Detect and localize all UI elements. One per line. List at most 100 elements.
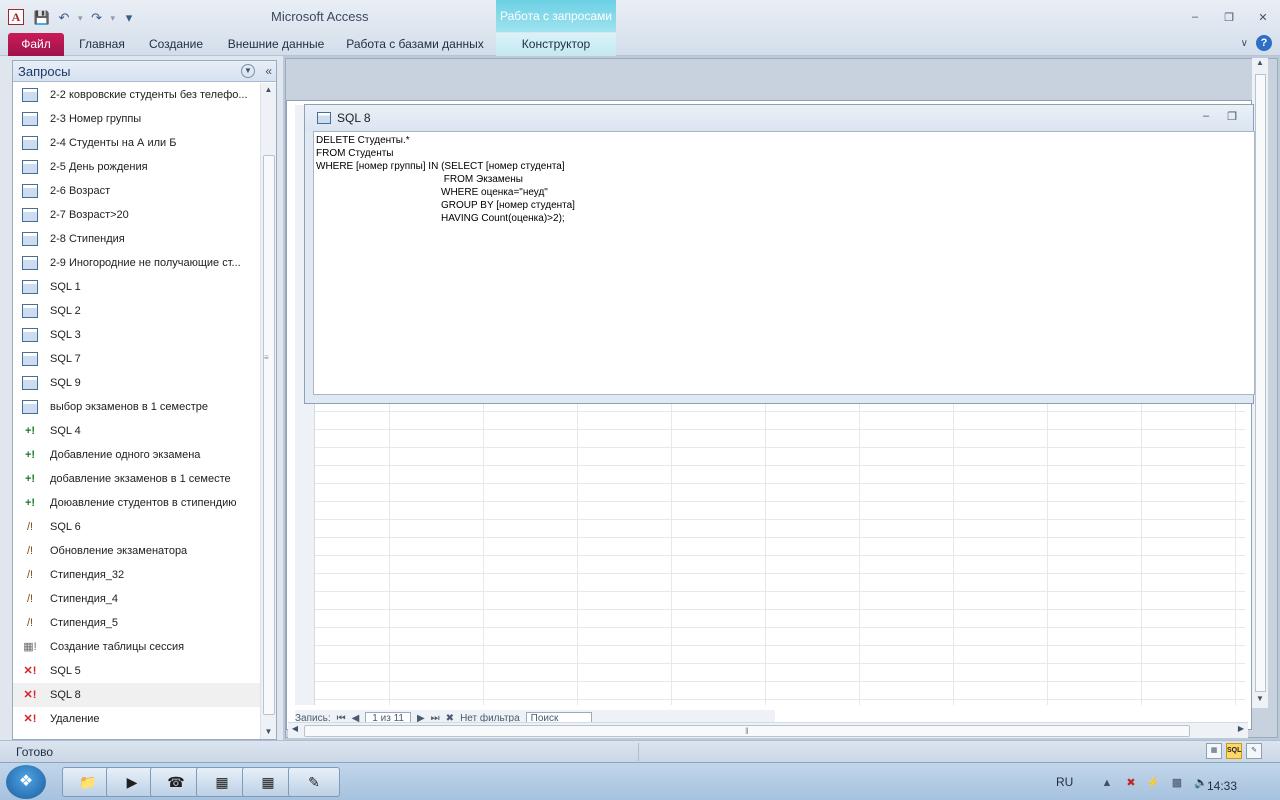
minimize-button[interactable]: – — [1178, 6, 1212, 28]
design-view-icon[interactable]: ✎ — [1246, 743, 1262, 759]
nav-query-item[interactable]: 2-4 Студенты на А или Б — [13, 131, 261, 155]
tab-file[interactable]: Файл — [8, 33, 64, 56]
nav-query-label: SQL 3 — [50, 329, 81, 341]
nav-query-item[interactable]: /! Обновление экзаменатора — [13, 539, 261, 563]
select-query-icon — [22, 112, 38, 126]
nav-query-label: Обновление экзаменатора — [50, 545, 188, 557]
nav-query-label: Стипендия_4 — [50, 593, 119, 605]
nav-scroll-down-icon[interactable]: ▼ — [261, 725, 276, 739]
minimize-ribbon-icon[interactable]: ∨ — [1241, 38, 1248, 49]
nav-query-label: Стипендия_5 — [50, 617, 119, 629]
status-text: Готово — [16, 745, 54, 759]
nav-query-item[interactable]: +! SQL 4 — [13, 419, 261, 443]
nav-query-item[interactable]: 2-5 День рождения — [13, 155, 261, 179]
tab-external-data[interactable]: Внешние данные — [218, 33, 334, 56]
nav-query-item[interactable]: 2-6 Возраст — [13, 179, 261, 203]
nav-category-dropdown-icon[interactable]: ▼ — [241, 64, 255, 78]
main-scroll-up-icon[interactable]: ▲ — [1252, 58, 1268, 72]
select-query-icon — [22, 304, 38, 318]
tab-database-tools[interactable]: Работа с базами данных — [340, 33, 490, 56]
nav-query-item[interactable]: 2-7 Возраст>20 — [13, 203, 261, 227]
nav-scroll-thumb[interactable] — [263, 155, 275, 715]
nav-query-item[interactable]: SQL 1 — [13, 275, 261, 299]
nav-query-item[interactable]: SQL 3 — [13, 323, 261, 347]
scroll-left-icon[interactable]: ◀ — [288, 724, 302, 733]
delete-query-icon: ✕! — [23, 713, 37, 725]
nav-scroll-grip-icon: ≡ — [264, 353, 269, 362]
nav-query-item[interactable]: ✕! Удаление — [13, 707, 261, 731]
tab-create[interactable]: Создание — [140, 33, 212, 56]
hscroll-grip-icon: ‖ — [745, 726, 749, 736]
horizontal-scroll-thumb[interactable]: ‖ — [304, 725, 1190, 737]
sql-window-minimize-button[interactable]: – — [1203, 110, 1209, 123]
nav-query-item[interactable]: 2-3 Номер группы — [13, 107, 261, 131]
nav-scroll-up-icon[interactable]: ▲ — [261, 83, 276, 97]
main-scroll-down-icon[interactable]: ▼ — [1252, 694, 1268, 708]
language-indicator[interactable]: RU — [1056, 775, 1073, 789]
nav-query-label: 2-9 Иногородние не получающие ст... — [50, 257, 241, 269]
customize-qat-icon[interactable]: ▾ — [121, 10, 137, 26]
select-query-icon — [22, 208, 38, 222]
nav-query-item[interactable]: ✕! SQL 8 — [13, 683, 261, 707]
access-window-2-taskbar-icon[interactable]: ▦ — [242, 767, 294, 797]
skype-taskbar-icon[interactable]: ☎ — [150, 767, 202, 797]
close-button[interactable]: ✕ — [1246, 6, 1280, 28]
scroll-right-icon[interactable]: ▶ — [1234, 724, 1248, 733]
redo-icon[interactable]: ↷ — [89, 10, 105, 26]
nav-query-label: Доюавление студентов в стипендию — [50, 497, 237, 509]
nav-query-item[interactable]: /! Стипендия_5 — [13, 611, 261, 635]
network-warning-icon[interactable]: ✖ — [1124, 776, 1138, 790]
tab-designer[interactable]: Конструктор — [496, 33, 616, 56]
nav-query-item[interactable]: +! Доюавление студентов в стипендию — [13, 491, 261, 515]
window-controls: – ❐ ✕ — [1178, 6, 1280, 28]
nav-scrollbar[interactable]: ▲ ≡ ▼ — [260, 83, 276, 739]
nav-pane-header[interactable]: Запросы ▼ « — [13, 61, 276, 82]
sql-line: FROM Студенты — [316, 148, 394, 159]
start-button-icon[interactable]: ❖ — [6, 765, 46, 799]
restore-button[interactable]: ❐ — [1212, 6, 1246, 28]
clock[interactable]: 14:33 — [1207, 779, 1237, 793]
sql-view-button[interactable]: SQL — [1226, 743, 1242, 759]
save-icon[interactable]: 💾 — [34, 10, 50, 26]
nav-query-item[interactable]: +! Добавление одного экзамена — [13, 443, 261, 467]
show-hidden-icons-icon[interactable]: ▲ — [1100, 776, 1114, 790]
access-window-taskbar-icon[interactable]: ▦ — [196, 767, 248, 797]
sql-editor[interactable]: DELETE Студенты.* FROM Студенты WHERE [ном… — [313, 131, 1255, 395]
access-logo-icon[interactable]: A — [8, 9, 24, 25]
nav-query-item[interactable]: /! Стипендия_32 — [13, 563, 261, 587]
power-icon[interactable]: ⚡ — [1146, 776, 1160, 790]
nav-query-item[interactable]: ▦! Создание таблицы сессия — [13, 635, 261, 659]
sql-window-restore-button[interactable]: ❐ — [1227, 110, 1237, 123]
horizontal-scrollbar[interactable]: ◀ ‖ ▶ — [288, 722, 1248, 738]
select-query-icon — [22, 352, 38, 366]
nav-query-item[interactable]: /! Стипендия_4 — [13, 587, 261, 611]
nav-query-label: 2-2 ковровские студенты без телефо... — [50, 89, 248, 101]
tab-home[interactable]: Главная — [70, 33, 134, 56]
nav-query-list: 2-2 ковровские студенты без телефо... 2-3… — [13, 83, 261, 739]
nav-query-item[interactable]: 2-2 ковровские студенты без телефо... — [13, 83, 261, 107]
volume-icon[interactable]: 🔈 — [1194, 776, 1208, 790]
nav-query-item[interactable]: выбор экзаменов в 1 семестре — [13, 395, 261, 419]
undo-dropdown-icon[interactable]: ▾ — [78, 13, 83, 24]
sql-window-titlebar[interactable]: SQL 8 – ❐ — [305, 105, 1253, 131]
nav-query-item[interactable]: SQL 2 — [13, 299, 261, 323]
nav-query-item[interactable]: SQL 7 — [13, 347, 261, 371]
nav-query-item[interactable]: /! SQL 6 — [13, 515, 261, 539]
nav-query-item[interactable]: 2-8 Стипендия — [13, 227, 261, 251]
datasheet-view-icon[interactable]: ▦ — [1206, 743, 1222, 759]
signal-icon[interactable]: ▩ — [1170, 776, 1184, 790]
make-table-query-icon: ▦! — [23, 641, 37, 653]
undo-icon[interactable]: ↶ — [56, 10, 72, 26]
nav-collapse-icon[interactable]: « — [265, 64, 272, 78]
redo-dropdown-icon[interactable]: ▾ — [111, 13, 116, 24]
nav-query-item[interactable]: ✕! SQL 5 — [13, 659, 261, 683]
nav-query-label: Удаление — [50, 713, 100, 725]
main-scroll-thumb[interactable] — [1255, 74, 1266, 692]
sql-line: WHERE [номер группы] IN (SELECT [номер с… — [316, 161, 565, 172]
help-icon[interactable]: ? — [1256, 35, 1272, 51]
nav-query-item[interactable]: 2-9 Иногородние не получающие ст... — [13, 251, 261, 275]
windows-taskbar: ❖ 📁 ▶ ☎ ▦ ▦ ✎ RU ▲ ✖ ⚡ ▩ 🔈 14:33 — [0, 762, 1280, 800]
nav-query-item[interactable]: +! добавление экзаменов в 1 семесте — [13, 467, 261, 491]
nav-query-item[interactable]: SQL 9 — [13, 371, 261, 395]
paint-taskbar-icon[interactable]: ✎ — [288, 767, 340, 797]
